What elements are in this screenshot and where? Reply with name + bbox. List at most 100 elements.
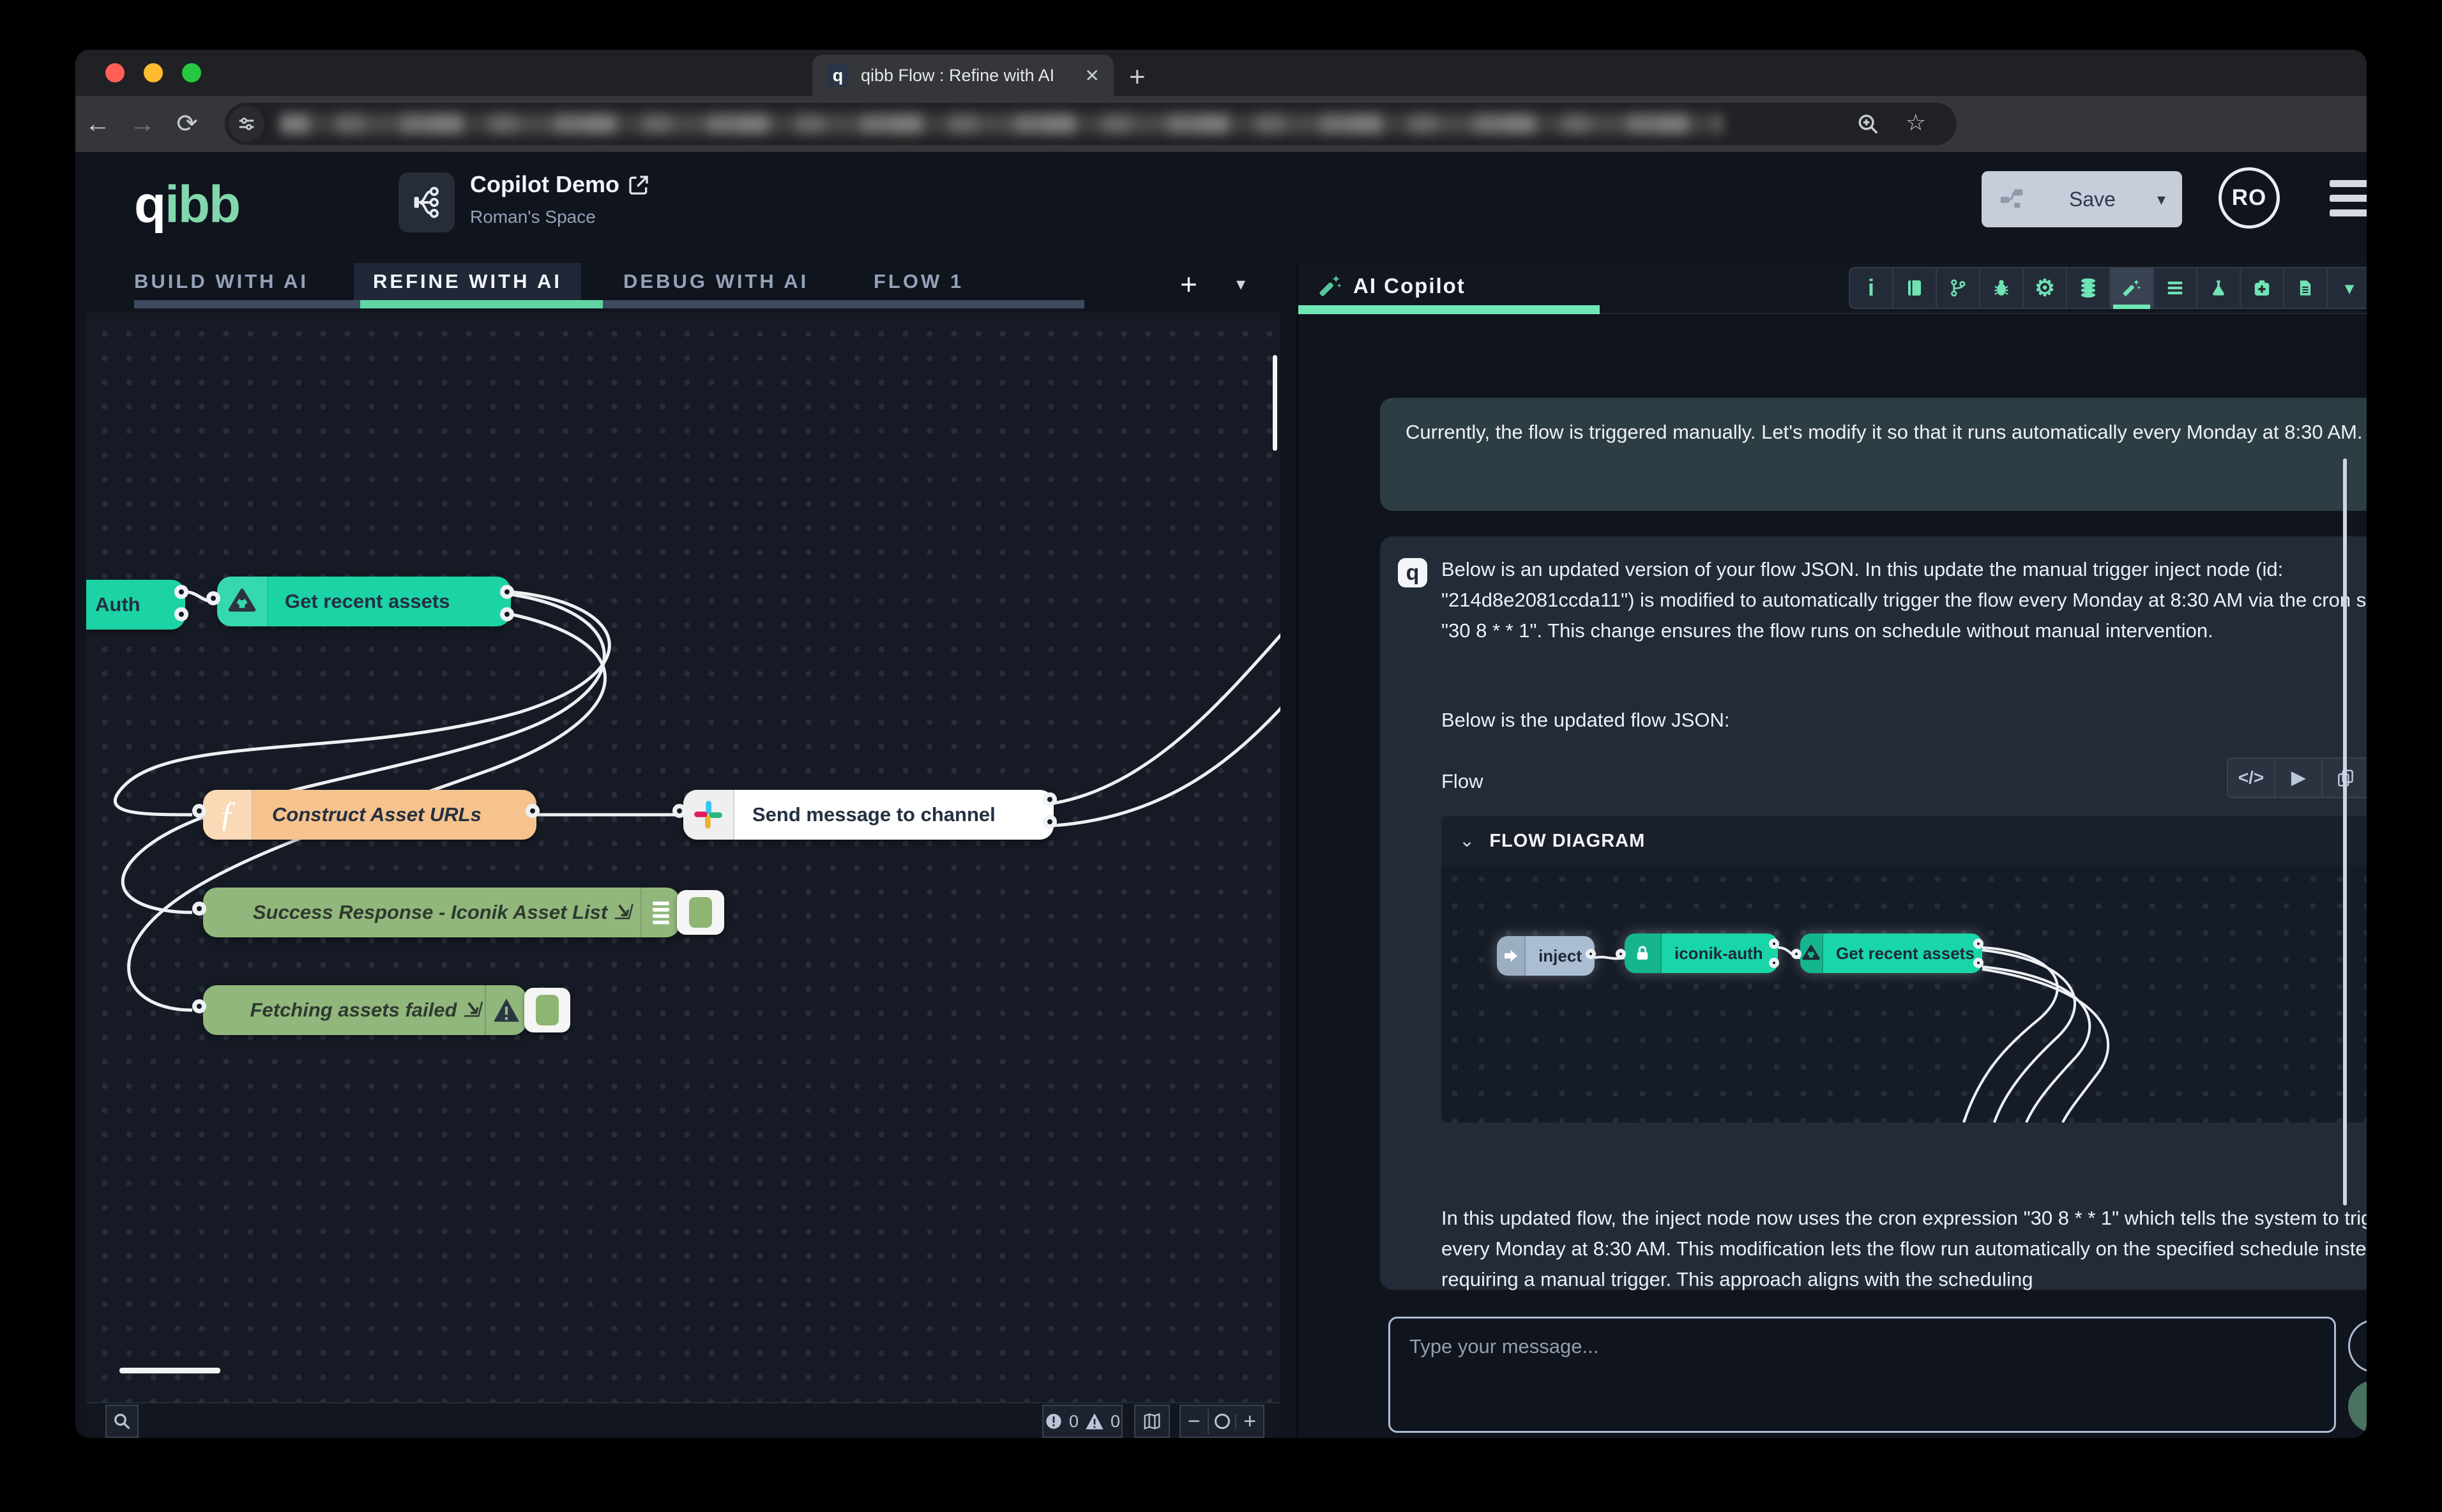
run-flow-icon[interactable]: ▶	[2275, 759, 2323, 797]
flow-diagram-canvas[interactable]: inject iconik-auth Get recent assets	[1441, 866, 2367, 1123]
toolbar-gear-icon[interactable]: ⚙	[2024, 268, 2067, 308]
canvas-vertical-scrollbar[interactable]	[1273, 355, 1277, 451]
toolbar-book-icon[interactable]	[1893, 268, 1937, 308]
flow-diagram-card: ⌄ FLOW DIAGRAM	[1441, 816, 2367, 1123]
assistant-paragraph-1: Below is an updated version of your flow…	[1441, 554, 2367, 646]
zoom-controls: − +	[1179, 1405, 1264, 1438]
toolbar-database-icon[interactable]	[2067, 268, 2111, 308]
flow-canvas[interactable]: Auth Get recent assets ƒ Construct Asset…	[86, 313, 1280, 1402]
tab-build-with-ai[interactable]: BUILD WITH AI	[115, 263, 328, 300]
zoom-page-icon[interactable]	[1856, 112, 1880, 139]
toolbar-document-icon[interactable]	[2284, 268, 2328, 308]
node-send-message-to-channel[interactable]: Send message to channel	[683, 790, 1054, 840]
toolbar-caret-down-icon[interactable]: ▾	[2328, 268, 2367, 308]
browser-tab[interactable]: q qibb Flow : Refine with AI ✕	[812, 55, 1114, 96]
node-failed-label: Fetching assets failed	[250, 999, 457, 1022]
port[interactable]	[192, 999, 206, 1013]
flow-diagram-header[interactable]: ⌄ FLOW DIAGRAM	[1441, 816, 2367, 866]
zoom-out-button[interactable]: −	[1181, 1409, 1209, 1434]
toolbar-list-icon[interactable]	[2154, 268, 2197, 308]
flow-tabs-caret-icon[interactable]: ▾	[1236, 273, 1245, 294]
save-caret-icon[interactable]: ▾	[2157, 190, 2165, 209]
message-input[interactable]	[1388, 1317, 2336, 1433]
port[interactable]	[526, 804, 540, 818]
save-button[interactable]: Save ▾	[1982, 171, 2182, 227]
port[interactable]	[174, 607, 188, 621]
copilot-settings-button[interactable]: ⚙	[2348, 1319, 2367, 1373]
chat-scrollbar[interactable]	[2343, 458, 2347, 1206]
bookmark-star-icon[interactable]: ☆	[1906, 109, 1926, 136]
toolbar-bug-icon[interactable]	[1980, 268, 2024, 308]
url-bar[interactable]: ☆	[225, 103, 1957, 145]
mini-port	[1586, 949, 1596, 959]
mini-node-get-recent-assets[interactable]: Get recent assets	[1800, 934, 1982, 973]
reload-icon[interactable]: ⟳	[165, 109, 209, 139]
port[interactable]	[192, 902, 206, 916]
flow-tabs-bar: BUILD WITH AI REFINE WITH AI DEBUG WITH …	[75, 263, 1282, 313]
port[interactable]	[1043, 815, 1057, 829]
toolbar-git-branch-icon[interactable]	[1937, 268, 1980, 308]
user-avatar[interactable]: RO	[2218, 167, 2280, 229]
zoom-reset-button[interactable]	[1209, 1414, 1237, 1429]
tab-flow-1[interactable]: FLOW 1	[854, 263, 983, 300]
toolbar-info-icon[interactable]: i	[1850, 268, 1893, 308]
new-tab-button[interactable]: +	[1129, 61, 1146, 93]
active-tab-indicator	[360, 300, 603, 308]
tab-refine-with-ai[interactable]: REFINE WITH AI	[354, 263, 581, 300]
port[interactable]	[1043, 792, 1057, 806]
port[interactable]	[206, 591, 220, 605]
tab-title: qibb Flow : Refine with AI	[861, 66, 1073, 86]
port[interactable]	[500, 607, 514, 621]
debug-toggle-state	[536, 995, 559, 1025]
toolbar-magic-wand-icon[interactable]	[2111, 268, 2154, 308]
traffic-zoom-button[interactable]	[182, 63, 201, 82]
port[interactable]	[192, 804, 206, 818]
port[interactable]	[174, 585, 188, 599]
traffic-close-button[interactable]	[105, 63, 125, 82]
mini-node-assets-label: Get recent assets	[1823, 938, 1987, 969]
tab-debug-with-ai[interactable]: DEBUG WITH AI	[604, 263, 828, 300]
collapse-chevron-icon[interactable]: ⌄	[1459, 826, 1475, 856]
traffic-minimize-button[interactable]	[144, 63, 163, 82]
browser-menu-icon[interactable]: ⋮	[2356, 103, 2367, 133]
issue-counters[interactable]: 0 0	[1042, 1405, 1123, 1438]
mini-node-inject[interactable]: inject	[1497, 936, 1595, 976]
copilot-title-tab[interactable]: AI Copilot	[1317, 273, 1466, 299]
node-construct-asset-urls[interactable]: ƒ Construct Asset URLs	[203, 790, 536, 840]
node-auth[interactable]: Auth	[86, 580, 185, 630]
node-fetching-assets-failed[interactable]: Fetching assets failed ⇲	[203, 985, 527, 1035]
site-settings-icon[interactable]	[229, 106, 264, 142]
node-success-response[interactable]: Success Response - Iconik Asset List ⇲	[203, 888, 680, 937]
canvas-horizontal-scrollbar[interactable]	[119, 1368, 220, 1373]
minimap-button[interactable]	[1134, 1405, 1170, 1438]
tab-close-icon[interactable]: ✕	[1085, 65, 1100, 86]
toolbar-flask-icon[interactable]	[2197, 268, 2241, 308]
debug-toggle[interactable]	[524, 988, 570, 1032]
mini-port	[1616, 949, 1626, 959]
node-construct-label: Construct Asset URLs	[253, 803, 482, 826]
open-flow-external-icon[interactable]	[626, 172, 651, 201]
mini-node-iconik-auth[interactable]: iconik-auth	[1625, 934, 1778, 973]
view-code-icon[interactable]: </>	[2228, 759, 2275, 797]
qibb-logo[interactable]: qibb	[134, 175, 239, 235]
forward-icon[interactable]: →	[120, 110, 165, 139]
debug-toggle[interactable]	[677, 890, 724, 935]
zoom-in-button[interactable]: +	[1236, 1409, 1263, 1434]
add-flow-tab-button[interactable]: +	[1180, 267, 1197, 301]
send-button[interactable]	[2348, 1380, 2367, 1433]
port[interactable]	[672, 804, 686, 818]
mini-port	[1973, 939, 1983, 949]
assistant-paragraph-2: Below is the updated flow JSON:	[1441, 705, 2367, 736]
node-auth-label: Auth	[95, 593, 140, 616]
node-success-label: Success Response - Iconik Asset List	[253, 901, 607, 924]
port[interactable]	[500, 585, 514, 599]
copilot-avatar: q	[1398, 558, 1427, 587]
node-get-recent-assets[interactable]: Get recent assets	[217, 577, 511, 626]
back-icon[interactable]: ←	[75, 110, 120, 139]
lock-icon	[1625, 934, 1662, 973]
main-menu-icon[interactable]	[2330, 180, 2367, 224]
warning-count: 0	[1111, 1412, 1120, 1432]
tab-underline	[134, 300, 1084, 308]
toolbar-first-aid-icon[interactable]	[2241, 268, 2284, 308]
canvas-search-button[interactable]	[105, 1405, 139, 1438]
